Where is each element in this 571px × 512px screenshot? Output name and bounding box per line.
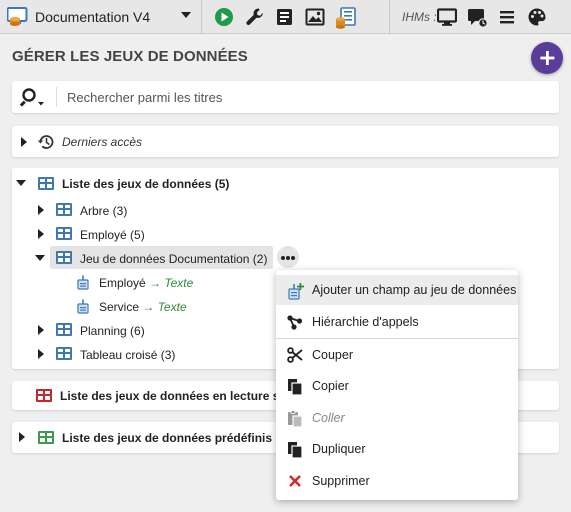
menu-item-add-field[interactable]: Ajouter un champ au jeu de données: [276, 275, 518, 305]
table-icon: [56, 227, 72, 240]
play-icon[interactable]: [214, 7, 234, 32]
divider: [201, 0, 202, 34]
database-list-icon[interactable]: [335, 7, 357, 34]
field-icon: [77, 299, 89, 319]
dot: [286, 256, 290, 260]
toolbar: Documentation V4 IHMs:: [0, 0, 571, 34]
plus-icon: [540, 51, 555, 65]
menu-label: Couper: [312, 348, 353, 362]
menu-item-duplicate[interactable]: Dupliquer: [276, 434, 518, 464]
menu-separator: [276, 338, 518, 339]
database-icon: [6, 7, 31, 32]
field-icon: [77, 275, 89, 295]
dataset-item-documentation[interactable]: Jeu de données Documentation (2): [80, 252, 267, 266]
dataset-item-tableau-croise[interactable]: Tableau croisé (3): [80, 348, 175, 362]
page-title: GÉRER LES JEUX DE DONNÉES: [12, 48, 248, 65]
menu-label: Hiérarchie d'appels: [312, 315, 419, 329]
chevron-right-icon[interactable]: [38, 205, 44, 215]
ihm-label: IHMs :: [402, 10, 437, 24]
field-type: Texte: [164, 276, 194, 290]
paste-icon: [287, 410, 303, 433]
table-icon: [56, 203, 72, 216]
scissors-icon: [287, 347, 303, 368]
delete-icon: [287, 473, 303, 494]
table-icon: [38, 431, 54, 444]
menu-item-cut[interactable]: Couper: [276, 340, 518, 370]
context-menu: Ajouter un champ au jeu de données Hiéra…: [276, 270, 518, 500]
add-dataset-button[interactable]: [531, 42, 563, 74]
chevron-down-icon[interactable]: [35, 255, 45, 261]
table-icon: [56, 323, 72, 336]
monitor-icon[interactable]: [436, 7, 458, 32]
field-name: Service: [99, 300, 140, 314]
chevron-right-icon[interactable]: [21, 137, 27, 147]
menu-icon[interactable]: [499, 7, 515, 32]
menu-label: Dupliquer: [312, 442, 366, 456]
more-options-button[interactable]: [277, 246, 299, 268]
search-input[interactable]: [62, 87, 542, 107]
chevron-down-icon[interactable]: [181, 12, 191, 18]
menu-item-delete[interactable]: Supprimer: [276, 466, 518, 496]
add-field-icon: [287, 282, 305, 305]
field-name: Employé: [99, 276, 146, 290]
predefined-title[interactable]: Liste des jeux de données prédéfinis (6): [62, 431, 290, 445]
dot: [291, 256, 295, 260]
project-selector[interactable]: Documentation V4: [35, 9, 150, 25]
field-type: Texte: [157, 300, 187, 314]
menu-item-paste: Coller: [276, 403, 518, 433]
dataset-item-planning[interactable]: Planning (6): [80, 324, 145, 338]
menu-item-copy[interactable]: Copier: [276, 371, 518, 401]
readonly-title[interactable]: Liste des jeux de données en lecture seu…: [60, 389, 303, 403]
dataset-list-title[interactable]: Liste des jeux de données (5): [62, 177, 229, 191]
duplicate-icon: [287, 441, 303, 464]
chevron-right-icon[interactable]: [38, 229, 44, 239]
menu-label: Copier: [312, 379, 349, 393]
dataset-item-employe[interactable]: Employé (5): [80, 228, 145, 242]
divider: [56, 87, 57, 107]
menu-label: Ajouter un champ au jeu de données: [312, 283, 517, 297]
menu-label: Supprimer: [312, 474, 370, 488]
chevron-right-icon[interactable]: [19, 432, 25, 442]
menu-item-call-hierarchy[interactable]: Hiérarchie d'appels: [276, 307, 518, 337]
table-icon: [36, 389, 52, 402]
field-arrow: →: [142, 300, 155, 314]
recent-label: Derniers accès: [62, 135, 143, 149]
field-arrow: →: [149, 276, 162, 290]
field-service[interactable]: Service → Texte: [99, 300, 187, 314]
image-icon[interactable]: [305, 7, 325, 32]
copy-icon: [287, 378, 303, 401]
dataset-item-arbre[interactable]: Arbre (3): [80, 204, 127, 218]
search-bar: [12, 81, 559, 113]
field-employe[interactable]: Employé → Texte: [99, 276, 193, 290]
chat-monitor-icon[interactable]: [467, 7, 489, 34]
divider: [389, 0, 390, 34]
table-icon: [38, 177, 54, 190]
recent-section[interactable]: Derniers accès: [12, 126, 559, 157]
history-icon: [37, 133, 55, 156]
palette-icon[interactable]: [527, 7, 547, 32]
chevron-right-icon[interactable]: [38, 325, 44, 335]
hierarchy-icon: [287, 314, 303, 335]
table-icon: [56, 347, 72, 360]
dot: [281, 256, 285, 260]
chevron-right-icon[interactable]: [38, 349, 44, 359]
wrench-icon[interactable]: [245, 7, 265, 32]
book-icon[interactable]: [275, 7, 295, 32]
menu-label: Coller: [312, 411, 345, 425]
table-icon: [56, 251, 72, 264]
search-icon[interactable]: [19, 87, 44, 114]
chevron-down-icon[interactable]: [16, 180, 26, 186]
